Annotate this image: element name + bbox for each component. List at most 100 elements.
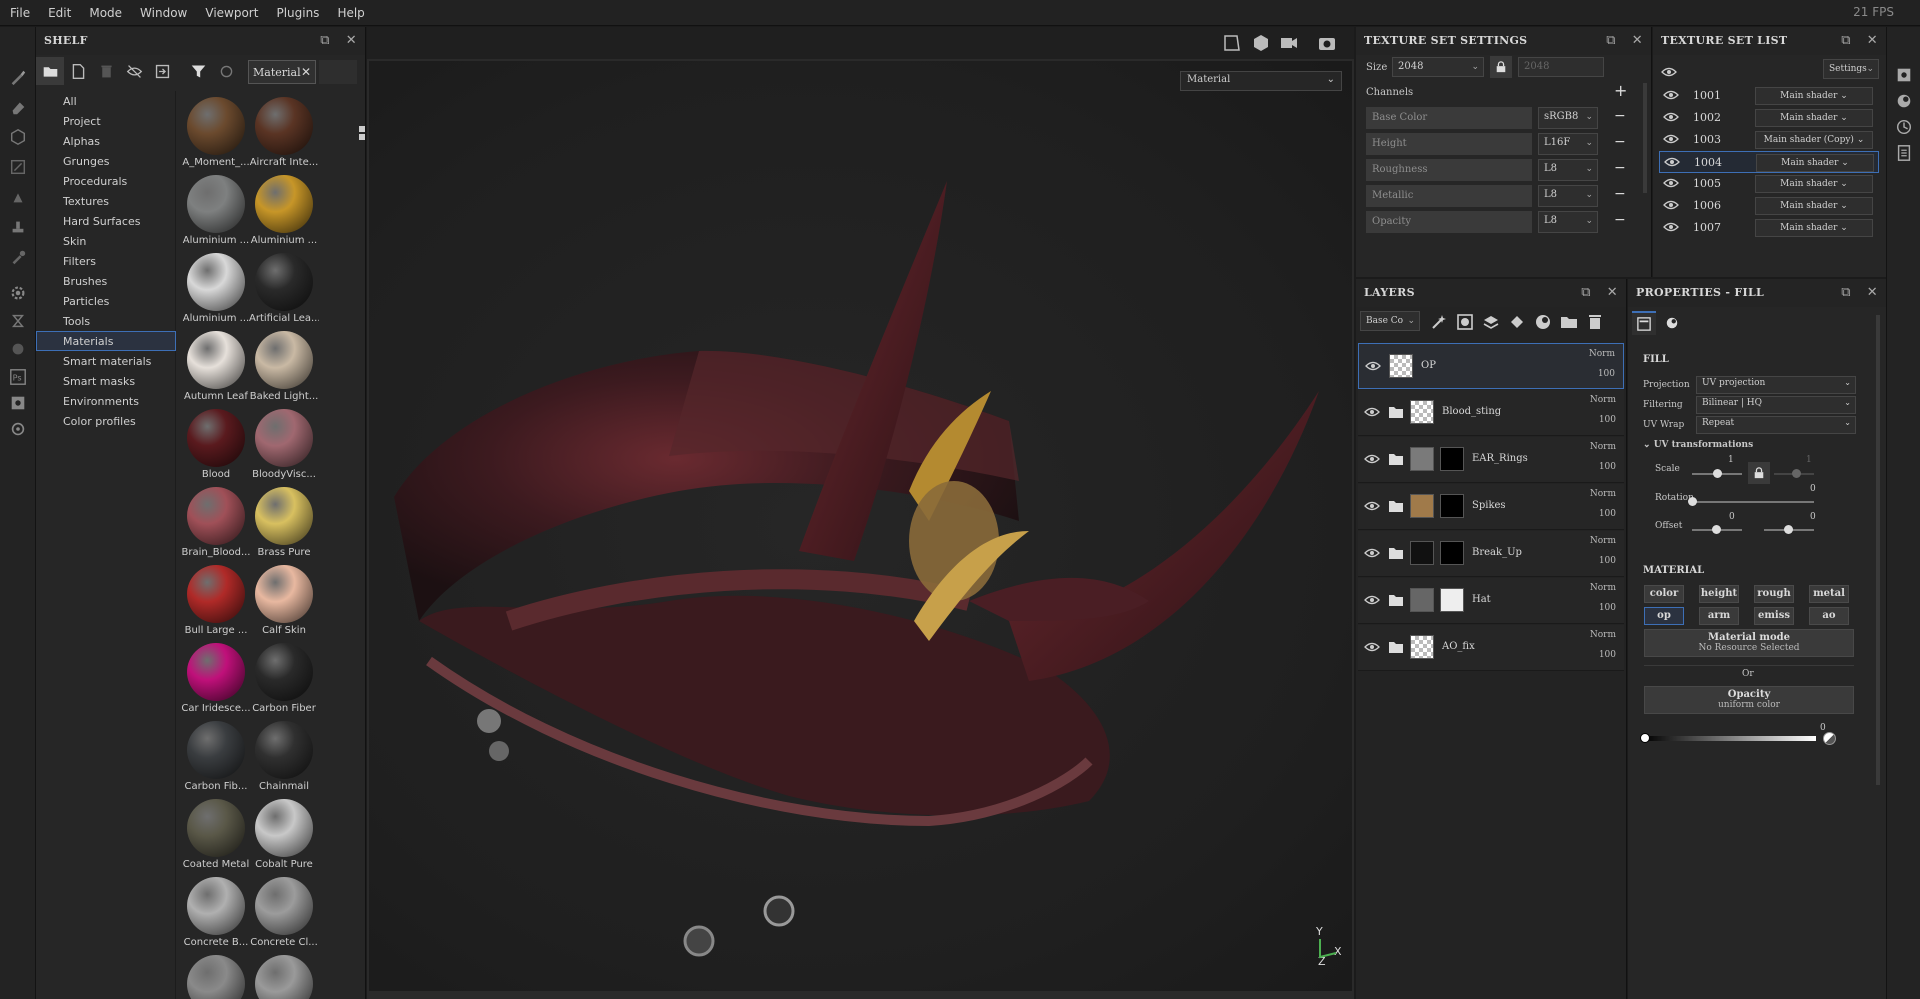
viewport-display-select[interactable]: Material ⌄ — [1180, 71, 1342, 91]
texture-set-row[interactable]: 1002 Main shader ⌄ — [1659, 107, 1879, 129]
layer-channel-select[interactable]: Base Co ⌄ — [1360, 311, 1420, 331]
menu-viewport[interactable]: Viewport — [196, 0, 267, 26]
props-scrollbar[interactable] — [1876, 315, 1880, 785]
material-tab-icon[interactable] — [1660, 311, 1684, 335]
channel-name[interactable]: Base Color — [1366, 107, 1532, 129]
shelf-category-tools[interactable]: Tools — [36, 311, 176, 331]
add-mask-icon[interactable] — [1456, 313, 1474, 331]
visibility-eye-icon[interactable] — [1364, 499, 1380, 513]
channel-name[interactable]: Metallic — [1366, 185, 1532, 207]
undock-icon[interactable]: ⧉ — [1581, 279, 1591, 307]
shader-select[interactable]: Main shader ⌄ — [1755, 109, 1873, 127]
visibility-eye-icon[interactable] — [1663, 111, 1679, 123]
rotation-slider-knob[interactable] — [1688, 497, 1697, 506]
color-picker-icon[interactable] — [1823, 732, 1836, 745]
shader-select[interactable]: Main shader ⌄ — [1755, 175, 1873, 193]
menu-edit[interactable]: Edit — [39, 0, 80, 26]
layer-blend-mode[interactable]: Norm — [1590, 536, 1616, 546]
material-tile[interactable] — [181, 951, 251, 999]
photoshop-icon[interactable]: Ps — [8, 367, 28, 387]
menu-help[interactable]: Help — [328, 0, 373, 26]
opacity-slider[interactable] — [1640, 733, 1816, 743]
menu-mode[interactable]: Mode — [80, 0, 131, 26]
scale-slider[interactable] — [1692, 469, 1742, 478]
shader-settings-icon[interactable] — [1894, 91, 1914, 111]
material-tile[interactable]: Bull Large ... — [181, 561, 251, 639]
layer-thumbnail[interactable] — [1410, 494, 1434, 518]
layer-opacity[interactable]: 100 — [1599, 603, 1616, 613]
texture-set-icon[interactable] — [1894, 65, 1914, 85]
texture-set-row[interactable]: 1003 Main shader (Copy) ⌄ — [1659, 129, 1879, 151]
menu-plugins[interactable]: Plugins — [267, 0, 328, 26]
texture-set-row[interactable]: 1005 Main shader ⌄ — [1659, 173, 1879, 195]
remove-channel-button[interactable]: − — [1614, 186, 1626, 202]
selection-mode-icon[interactable] — [1222, 33, 1246, 55]
layer-thumbnail[interactable] — [1410, 541, 1434, 565]
undock-icon[interactable]: ⧉ — [1841, 27, 1851, 55]
remove-filter-icon[interactable]: ✕ — [301, 65, 311, 79]
screenshot-camera-icon[interactable] — [1317, 33, 1341, 55]
visibility-eye-icon[interactable] — [1364, 593, 1380, 607]
mask-thumbnail[interactable] — [1440, 588, 1464, 612]
shader-select[interactable]: Main shader ⌄ — [1756, 154, 1874, 172]
material-tile[interactable]: Car Iridesce... — [181, 639, 251, 717]
shelf-category-environments[interactable]: Environments — [36, 391, 176, 411]
close-icon[interactable]: ✕ — [1607, 279, 1618, 307]
layer-name[interactable]: EAR_Rings — [1472, 453, 1528, 464]
texture-set-row[interactable]: 1007 Main shader ⌄ — [1659, 217, 1879, 239]
add-effect-icon[interactable] — [1430, 313, 1448, 331]
layer-thumbnail[interactable] — [1410, 635, 1434, 659]
bake-icon[interactable] — [8, 311, 28, 331]
material-tile[interactable]: Aircraft Inte... — [249, 93, 319, 171]
filter-icon[interactable] — [184, 57, 212, 85]
layer-opacity[interactable]: 100 — [1599, 509, 1616, 519]
channel-format-select[interactable]: L8 ⌄ — [1538, 211, 1598, 233]
visibility-eye-icon[interactable] — [1663, 89, 1679, 101]
visibility-all-icon[interactable] — [1661, 63, 1677, 77]
export-icon[interactable] — [8, 393, 28, 413]
opacity-slider-knob[interactable] — [1640, 733, 1650, 743]
shelf-category-procedurals[interactable]: Procedurals — [36, 171, 176, 191]
offset-y-knob[interactable] — [1784, 525, 1793, 534]
layer-opacity[interactable]: 100 — [1599, 556, 1616, 566]
shelf-category-grunges[interactable]: Grunges — [36, 151, 176, 171]
visibility-eye-icon[interactable] — [1664, 156, 1680, 168]
material-channel-op[interactable]: op — [1644, 607, 1684, 625]
shelf-category-materials[interactable]: Materials — [36, 331, 176, 351]
shelf-search-input[interactable] — [319, 60, 357, 84]
shelf-category-alphas[interactable]: Alphas — [36, 131, 176, 151]
scale-lock-icon[interactable] — [1748, 462, 1770, 484]
projection-select[interactable]: UV projection ⌄ — [1696, 376, 1856, 394]
material-tile[interactable]: Baked Light... — [249, 327, 319, 405]
mask-thumbnail[interactable] — [1440, 494, 1464, 518]
channel-name[interactable]: Roughness — [1366, 159, 1532, 181]
material-tile[interactable]: Autumn Leaf — [181, 327, 251, 405]
shelf-category-color-profiles[interactable]: Color profiles — [36, 411, 176, 431]
material-tile[interactable]: Carbon Fib... — [181, 717, 251, 795]
undock-icon[interactable]: ⧉ — [320, 27, 330, 55]
layer-row[interactable]: Break_Up Norm 100 — [1358, 531, 1624, 577]
size-select[interactable]: 2048 ⌄ — [1392, 57, 1484, 77]
projection-icon[interactable] — [8, 127, 28, 147]
visibility-eye-icon[interactable] — [1365, 359, 1381, 373]
folder-icon[interactable] — [36, 57, 64, 85]
material-tile[interactable]: Chainmail — [249, 717, 319, 795]
shader-select[interactable]: Main shader ⌄ — [1755, 87, 1873, 105]
material-tile[interactable] — [249, 951, 319, 999]
shelf-filter-tag[interactable]: Material ✕ — [248, 60, 316, 84]
menu-window[interactable]: Window — [131, 0, 196, 26]
material-tile[interactable]: Aluminium ... — [181, 249, 251, 327]
material-tile[interactable]: Blood — [181, 405, 251, 483]
material-tile[interactable]: Brass Pure — [249, 483, 319, 561]
texture-set-row[interactable]: 1006 Main shader ⌄ — [1659, 195, 1879, 217]
layer-blend-mode[interactable]: Norm — [1590, 489, 1616, 499]
uv-transformations-toggle[interactable]: ⌄ UV transformations — [1643, 440, 1753, 450]
material-tile[interactable]: Calf Skin — [249, 561, 319, 639]
menu-file[interactable]: File — [0, 0, 39, 26]
layer-blend-mode[interactable]: Norm — [1590, 442, 1616, 452]
material-tile[interactable]: Carbon Fiber — [249, 639, 319, 717]
remove-channel-button[interactable]: − — [1614, 212, 1626, 228]
shelf-category-project[interactable]: Project — [36, 111, 176, 131]
layer-row[interactable]: OP Norm 100 — [1358, 343, 1624, 389]
add-folder-icon[interactable] — [1560, 313, 1578, 331]
